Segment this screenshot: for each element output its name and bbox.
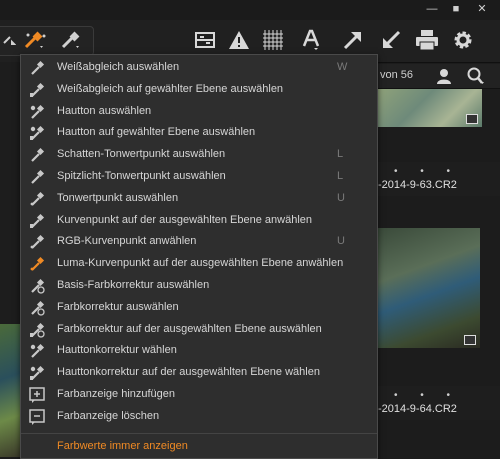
menu-item-label: Farbanzeige löschen xyxy=(57,409,160,422)
thumbnail-filename: -2014-9-64.CR2 xyxy=(378,403,457,415)
menu-item-label: RGB-Kurvenpunkt anwählen xyxy=(57,235,197,248)
menu-item[interactable]: Farbkorrektur auswählen xyxy=(21,297,377,319)
browser-header: von 56 xyxy=(372,64,500,89)
menu-item-label: Hauttonkorrektur wählen xyxy=(57,344,177,357)
shadow-eyedropper-icon xyxy=(29,147,45,163)
menu-item-label: Schatten-Tonwertpunkt auswählen xyxy=(57,148,226,161)
menu-item[interactable]: Hautton auf gewählter Ebene auswählen xyxy=(21,122,377,144)
menu-item-label: Farbkorrektur auf der ausgewählten Ebene… xyxy=(57,322,322,335)
skin-correction-layer-icon xyxy=(29,365,45,381)
menu-item-label: Kurvenpunkt auf der ausgewählten Ebene a… xyxy=(57,213,313,226)
menu-item[interactable]: Hauttonkorrektur auf der ausgewählten Eb… xyxy=(21,362,377,384)
thumbnail-image[interactable] xyxy=(376,228,480,348)
menu-item[interactable]: Kurvenpunkt auf der ausgewählten Ebene a… xyxy=(21,210,377,232)
menu-item-label: Basis-Farbkorrektur auswählen xyxy=(57,279,210,291)
menu-item-label: Farbkorrektur auswählen xyxy=(57,300,179,313)
skin-eyedropper-layer-icon xyxy=(29,125,45,141)
rating-dots[interactable]: • • • xyxy=(394,390,460,401)
thumbnail-filename: -2014-9-63.CR2 xyxy=(378,179,457,191)
rating-dots[interactable]: • • • xyxy=(394,166,460,177)
menu-item[interactable]: Tonwertpunkt auswählen U xyxy=(21,188,377,210)
menu-item-shortcut: L xyxy=(337,170,344,182)
arrow-down-left-icon[interactable] xyxy=(378,28,404,52)
eyedropper-layer-icon xyxy=(29,82,45,98)
level-eyedropper-icon xyxy=(29,191,45,207)
basic-color-eyedropper-icon xyxy=(29,278,45,294)
menu-item[interactable]: Basis-Farbkorrektur auswählen xyxy=(21,275,377,297)
menu-item[interactable]: Hauttonkorrektur wählen xyxy=(21,340,377,362)
menu-item-label: Hauttonkorrektur auf der ausgewählten Eb… xyxy=(57,366,320,379)
color-correction-eyedropper-icon xyxy=(29,300,45,316)
gear-icon[interactable] xyxy=(450,28,476,52)
highlight-eyedropper-icon xyxy=(29,169,45,185)
menu-item-label: Spitzlicht-Tonwertpunkt auswählen xyxy=(57,170,226,182)
curve-eyedropper-layer-icon xyxy=(29,213,45,229)
menu-item[interactable]: Weißabgleich auf gewählter Ebene auswähl… xyxy=(21,79,377,101)
left-image-preview xyxy=(0,324,20,457)
menu-item-shortcut: U xyxy=(337,235,345,248)
arrow-up-right-icon[interactable] xyxy=(340,28,366,52)
badge-icon xyxy=(466,114,478,124)
minimize-button[interactable]: — xyxy=(424,2,440,16)
badge-icon xyxy=(464,335,476,345)
luma-curve-eyedropper-icon xyxy=(29,256,45,272)
chevron-down-icon[interactable] xyxy=(0,28,22,52)
delete-readout-icon xyxy=(29,409,45,425)
thumbnail-image[interactable] xyxy=(378,89,482,127)
menu-item[interactable]: Farbwerte immer anzeigen xyxy=(21,436,377,458)
menu-item-label: Weißabgleich auswählen xyxy=(57,61,180,73)
menu-item-label: Farbanzeige hinzufügen xyxy=(57,388,176,400)
menu-item[interactable]: Weißabgleich auswählen W xyxy=(21,57,377,79)
warning-icon[interactable] xyxy=(226,28,252,52)
menu-item-label: Luma-Kurvenpunkt auf der ausgewählten Eb… xyxy=(57,257,344,270)
menu-item[interactable]: Farbanzeige hinzufügen xyxy=(21,384,377,406)
menu-item[interactable]: Spitzlicht-Tonwertpunkt auswählen L xyxy=(21,166,377,188)
menu-item-label: Tonwertpunkt auswählen xyxy=(57,191,179,204)
color-correction-layer-icon xyxy=(29,322,45,338)
color-picker-icon[interactable] xyxy=(22,28,48,52)
thumbnail-info: • • • -2014-9-63.CR2 xyxy=(372,162,500,196)
text-icon[interactable] xyxy=(298,28,324,52)
menu-item-label: Weißabgleich auf gewählter Ebene auswähl… xyxy=(57,82,284,95)
grid-icon[interactable] xyxy=(192,28,218,52)
eyedropper-icon xyxy=(29,60,45,76)
menu-item[interactable]: Hautton auswählen xyxy=(21,101,377,123)
print-icon[interactable] xyxy=(414,28,440,52)
focus-grid-icon[interactable] xyxy=(260,28,286,52)
menu-item-shortcut: W xyxy=(337,61,348,73)
close-button[interactable]: ✕ xyxy=(474,2,490,16)
menu-item[interactable]: RGB-Kurvenpunkt anwählen U xyxy=(21,231,377,253)
image-count-label: von 56 xyxy=(380,69,414,81)
menu-separator xyxy=(21,433,377,434)
search-icon[interactable] xyxy=(466,67,486,90)
menu-item[interactable]: Luma-Kurvenpunkt auf der ausgewählten Eb… xyxy=(21,253,377,275)
skin-eyedropper-icon xyxy=(29,104,45,120)
thumbnail-info: • • • -2014-9-64.CR2 xyxy=(372,386,500,420)
skin-correction-eyedropper-icon xyxy=(29,343,45,359)
add-readout-icon xyxy=(29,387,45,403)
menu-item-shortcut: L xyxy=(337,148,344,161)
user-icon[interactable] xyxy=(436,68,452,89)
menu-item[interactable]: Farbkorrektur auf der ausgewählten Ebene… xyxy=(21,319,377,341)
color-picker-menu: Weißabgleich auswählen W Weißabgleich auf … xyxy=(20,54,378,459)
eyedropper-icon[interactable] xyxy=(58,28,84,52)
menu-item-shortcut: U xyxy=(337,191,345,204)
maximize-button[interactable]: ■ xyxy=(448,2,464,16)
menu-item-label: Hautton auswählen xyxy=(57,104,152,117)
left-panel xyxy=(0,62,20,324)
title-bar: — ■ ✕ xyxy=(0,0,500,20)
rgb-curve-eyedropper-icon xyxy=(29,234,45,250)
menu-item-label: Hautton auf gewählter Ebene auswählen xyxy=(57,126,256,139)
menu-item[interactable]: Schatten-Tonwertpunkt auswählen L xyxy=(21,144,377,166)
menu-item-label: Farbwerte immer anzeigen xyxy=(57,440,188,452)
menu-item[interactable]: Farbanzeige löschen xyxy=(21,406,377,428)
